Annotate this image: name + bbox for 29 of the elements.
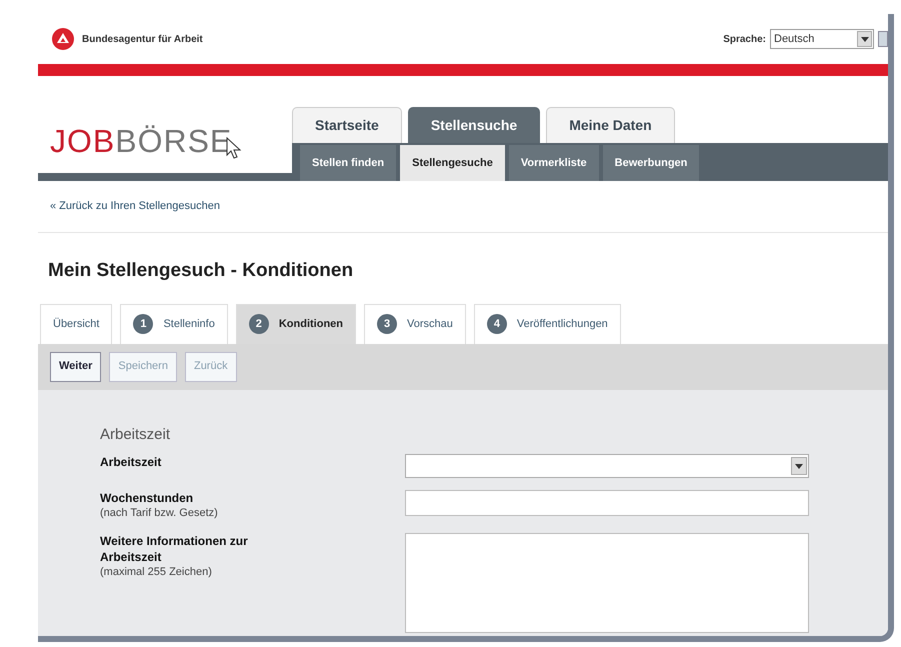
step-tab[interactable]: Übersicht: [40, 304, 112, 344]
sub-nav-tab[interactable]: Vormerkliste: [508, 145, 599, 181]
field-hint: (maximal 255 Zeichen): [100, 565, 213, 580]
language-select[interactable]: Deutsch: [770, 29, 874, 49]
field-label: Arbeitszeit: [100, 454, 162, 470]
sub-nav-tab[interactable]: Stellen finden: [300, 145, 396, 181]
agency-name: Bundesagentur für Arbeit: [82, 32, 203, 46]
back-link[interactable]: « Zurück zu Ihren Stellengesuchen: [50, 198, 220, 215]
main-nav-tab[interactable]: Stellensuche: [408, 107, 540, 143]
text-area[interactable]: [405, 533, 809, 633]
toolbar-button[interactable]: Weiter: [50, 352, 102, 382]
jobboerse-logo: JOBBÖRSE: [50, 125, 232, 157]
language-label: Sprache:: [723, 32, 766, 46]
field-hint: (nach Tarif bzw. Gesetz): [100, 506, 219, 521]
select-field[interactable]: [405, 454, 809, 478]
field-label: Wochenstunden: [100, 490, 194, 506]
step-tab[interactable]: 1 Stelleninfo: [120, 304, 228, 344]
field-label: Weitere Informationen zur Arbeitszeit: [100, 533, 249, 565]
page-heading: Mein Stellengesuch - Konditionen: [47, 259, 354, 283]
main-nav-tab[interactable]: Startseite: [292, 107, 402, 143]
input-field[interactable]: [405, 490, 809, 516]
sub-nav-tab[interactable]: Bewerbungen: [602, 145, 700, 181]
sub-nav-tab[interactable]: Stellengesuche: [400, 145, 505, 181]
step-tab[interactable]: 4 Veröffentlichungen: [474, 304, 621, 344]
main-nav-tab[interactable]: Meine Daten: [546, 107, 675, 143]
section-title: Arbeitszeit: [100, 424, 172, 444]
step-tab[interactable]: 2 Konditionen: [236, 304, 356, 344]
step-tab[interactable]: 3 Vorschau: [364, 304, 466, 344]
agency-logo-icon: [52, 28, 74, 50]
